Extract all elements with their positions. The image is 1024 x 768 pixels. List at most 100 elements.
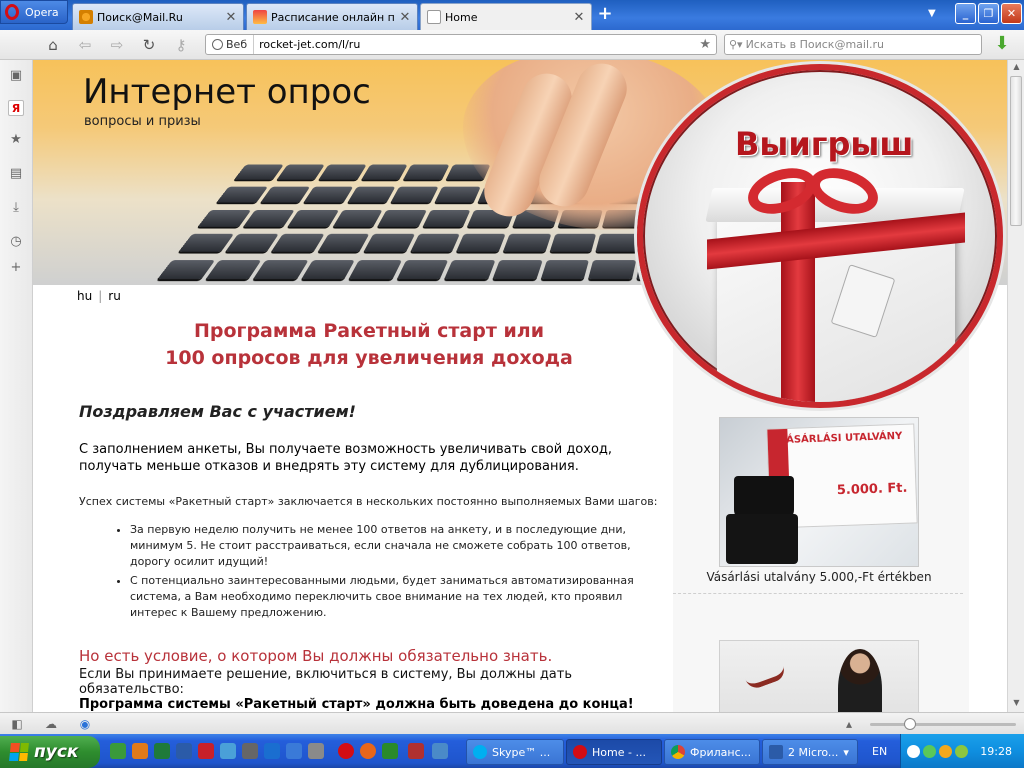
zoom-slider-handle[interactable] [904, 718, 916, 730]
unite-cloud-icon[interactable]: ☁ [44, 717, 58, 731]
forward-icon[interactable]: ⇨ [108, 36, 126, 54]
badge-title: Выигрыш [735, 125, 913, 163]
language-indicator[interactable]: EN [872, 745, 887, 758]
app-book-icon[interactable] [286, 743, 302, 759]
turbo-icon[interactable]: ◉ [78, 717, 92, 731]
language-link-hu[interactable]: hu [77, 289, 92, 303]
url-text[interactable]: rocket-jet.com/l/ru [254, 38, 694, 51]
scroll-thumb[interactable] [1010, 76, 1022, 226]
tab-menu-chevron-icon[interactable]: ▼ [928, 8, 936, 19]
keyboard-key [540, 260, 589, 279]
close-tab-icon[interactable]: ✕ [399, 10, 411, 25]
app-window-icon[interactable] [308, 743, 324, 759]
minimize-button[interactable]: _ [955, 3, 976, 24]
history-clock-icon[interactable]: ◷ [8, 234, 24, 250]
list-item: С потенциально заинтересованными людьми,… [130, 573, 659, 621]
downloads-panel-icon[interactable]: ⤓ [8, 200, 24, 216]
close-tab-icon[interactable]: ✕ [225, 10, 237, 25]
utorrent-icon[interactable] [110, 743, 126, 759]
app-network-icon[interactable] [220, 743, 236, 759]
bookmarks-star-icon[interactable]: ★ [8, 132, 24, 148]
zoom-slider[interactable] [870, 723, 1016, 726]
keyboard-key [304, 187, 353, 203]
ribbon-vertical [781, 182, 815, 408]
condition-text: Если Вы принимаете решение, включиться в… [79, 667, 659, 697]
skype-icon [473, 745, 487, 759]
tab-home[interactable]: Home ✕ [420, 3, 592, 30]
language-link-ru[interactable]: ru [108, 289, 121, 303]
keyboard-key [549, 234, 596, 252]
panel-toggle-icon[interactable]: ◧ [10, 717, 24, 731]
tab-strip: Opera Поиск@Mail.Ru ✕ Расписание онлайн … [0, 0, 1024, 30]
voucher-amount: 5.000. Ft. [837, 481, 908, 498]
reload-icon[interactable]: ↻ [140, 36, 158, 54]
download-icon[interactable]: ⬇ [992, 35, 1012, 55]
speed-dial-icon[interactable]: ▣ [8, 68, 24, 84]
search-box[interactable]: ⚲▾ Искать в Поиск@mail.ru [724, 34, 982, 55]
yandex-icon[interactable]: Я [8, 100, 24, 116]
notes-icon[interactable]: ▤ [8, 166, 24, 182]
tab-title: Home [445, 11, 569, 24]
tray-shield-icon[interactable] [939, 745, 952, 758]
opera-task-icon [573, 745, 587, 759]
restore-button[interactable]: ❐ [978, 3, 999, 24]
start-button[interactable]: пуск [0, 736, 100, 768]
home-icon[interactable]: ⌂ [44, 36, 62, 54]
word-task-icon [769, 745, 783, 759]
site-title: Интернет опрос [83, 72, 371, 112]
keyboard-key [276, 165, 324, 180]
keyboard-key [319, 165, 367, 180]
zoom-view-icon[interactable]: ▴ [842, 717, 856, 731]
windows-flag-icon [9, 743, 29, 761]
taskbar: пуск Skype™ ... Home - ... Фриланс... 2 … [0, 734, 1024, 768]
excel-icon[interactable] [154, 743, 170, 759]
bookmark-star-icon[interactable]: ★ [694, 37, 716, 52]
tab-schedule[interactable]: Расписание онлайн пре... ✕ [246, 3, 418, 30]
task-word[interactable]: 2 Micro... ▾ [762, 739, 858, 765]
close-tab-icon[interactable]: ✕ [573, 10, 585, 25]
keyboard-key [445, 260, 496, 279]
opera-menu-button[interactable]: Opera [0, 0, 68, 24]
keyboard-key [333, 210, 383, 227]
address-bar[interactable]: Веб rocket-jet.com/l/ru ★ [205, 34, 717, 55]
internet-explorer-icon[interactable] [264, 743, 280, 759]
vertical-scrollbar[interactable]: ▲ ▼ [1007, 60, 1024, 712]
task-opera[interactable]: Home - ... [566, 739, 662, 765]
scroll-up-icon[interactable]: ▲ [1011, 62, 1022, 73]
tray-agent-icon[interactable] [955, 745, 968, 758]
task-label: Фриланс... [690, 746, 751, 759]
word-icon[interactable] [176, 743, 192, 759]
web-label: Веб [226, 38, 247, 51]
task-chrome[interactable]: Фриланс... [664, 739, 760, 765]
close-window-button[interactable]: ✕ [1001, 3, 1022, 24]
voucher-prize-image[interactable]: VÁSÁRLÁSI UTALVÁNY 5.000. Ft. [719, 417, 919, 567]
tray-arrow-icon[interactable] [907, 745, 920, 758]
tab-mail-search[interactable]: Поиск@Mail.Ru ✕ [72, 3, 244, 30]
add-panel-icon[interactable]: + [8, 260, 24, 276]
app-red-icon[interactable] [408, 743, 424, 759]
opera-quicklaunch-icon[interactable] [338, 743, 354, 759]
search-icon: ⚲▾ [729, 38, 743, 51]
app-flag-icon[interactable] [198, 743, 214, 759]
key-icon[interactable]: ⚷ [172, 36, 190, 54]
lead-paragraph: С заполнением анкеты, Вы получаете возмо… [79, 441, 659, 475]
language-separator: | [98, 289, 102, 303]
scroll-down-icon[interactable]: ▼ [1011, 698, 1022, 709]
keyboard-key [423, 210, 471, 227]
firefox-icon[interactable] [360, 743, 376, 759]
keyboard-key [178, 234, 233, 252]
app-gear-icon[interactable] [132, 743, 148, 759]
tray-network-icon[interactable] [923, 745, 936, 758]
task-skype[interactable]: Skype™ ... [466, 739, 564, 765]
back-icon[interactable]: ⇦ [76, 36, 94, 54]
web-mode-badge[interactable]: Веб [206, 35, 254, 54]
app-disk-icon[interactable] [242, 743, 258, 759]
tab-title: Расписание онлайн пре... [271, 11, 395, 24]
chrome-icon [671, 745, 685, 759]
divider [673, 593, 963, 594]
keyboard-key [225, 234, 279, 252]
app-green-icon[interactable] [382, 743, 398, 759]
app-grid-icon[interactable] [432, 743, 448, 759]
new-tab-button[interactable]: + [596, 6, 614, 24]
fashion-prize-image[interactable] [719, 640, 919, 712]
